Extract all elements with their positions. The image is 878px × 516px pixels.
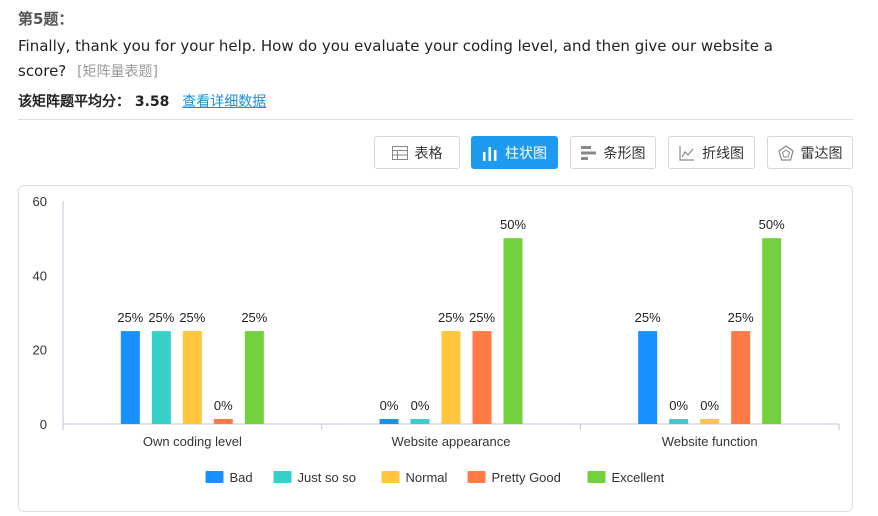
bar-chart-icon <box>482 145 498 161</box>
x-category-label: Website function <box>662 434 758 449</box>
bar-pretty-good <box>472 331 492 424</box>
bar-value-label: 25% <box>179 310 205 325</box>
bar-bad <box>379 419 399 424</box>
bar-bad <box>638 331 658 424</box>
bar-value-label: 50% <box>759 217 785 232</box>
bar-excellent <box>503 238 523 424</box>
horizontal-bar-icon <box>580 145 597 161</box>
bar-value-label: 0% <box>380 398 399 413</box>
bar-value-label: 25% <box>635 310 661 325</box>
bar-just-so-so <box>151 331 171 424</box>
bar-pretty-good <box>731 331 751 424</box>
bar-bad <box>120 331 140 424</box>
legend-label: Bad <box>230 470 253 485</box>
bar-just-so-so <box>410 419 430 424</box>
bar-normal <box>182 331 202 424</box>
y-tick-label: 20 <box>33 343 47 358</box>
average-label: 该矩阵题平均分： <box>18 94 130 110</box>
question-number: 第5题： <box>18 10 74 28</box>
bar-value-label: 0% <box>214 398 233 413</box>
line-chart-view-button[interactable]: 折线图 <box>668 136 755 169</box>
y-tick-label: 40 <box>33 268 47 283</box>
question-type-tag: [矩阵量表题] <box>77 64 158 80</box>
legend-swatch <box>273 471 292 483</box>
bar-value-label: 25% <box>117 310 143 325</box>
divider <box>18 119 853 120</box>
bar-value-label: 25% <box>728 310 754 325</box>
radar-chart-view-label: 雷达图 <box>800 145 843 162</box>
table-icon <box>391 145 408 160</box>
chart-container: 0 20 40 60 Own coding level 25% 25% 25% 0% 25% Web… <box>18 185 853 512</box>
line-chart-view-label: 折线图 <box>702 145 744 162</box>
bar-normal <box>441 331 461 424</box>
bar-value-label: 25% <box>469 310 495 325</box>
horizontal-bar-view-label: 条形图 <box>603 145 646 162</box>
bar-just-so-so <box>669 419 689 424</box>
horizontal-bar-view-button[interactable]: 条形图 <box>570 136 656 169</box>
question-text: Finally, thank you for your help. How do… <box>18 34 778 85</box>
radar-chart-view-button[interactable]: 雷达图 <box>767 136 853 169</box>
legend-label: Pretty Good <box>492 470 561 485</box>
legend-label: Just so so <box>298 470 357 485</box>
legend-label: Normal <box>406 470 448 485</box>
bar-value-label: 25% <box>241 310 267 325</box>
bar-excellent <box>244 331 264 424</box>
y-tick-label: 0 <box>40 417 47 432</box>
bar-chart-view-label: 柱状图 <box>505 145 547 162</box>
average-score-line: 该矩阵题平均分： 3.58 查看详细数据 <box>18 91 266 111</box>
detail-data-link[interactable]: 查看详细数据 <box>182 94 266 110</box>
bar-chart-view-button[interactable]: 柱状图 <box>471 136 558 169</box>
legend-label: Excellent <box>612 470 665 485</box>
table-view-button[interactable]: 表格 <box>374 136 460 169</box>
bar-excellent <box>762 238 782 424</box>
line-chart-icon <box>679 145 695 161</box>
bar-value-label: 0% <box>669 398 688 413</box>
legend-swatch <box>587 471 606 483</box>
bar-normal <box>700 419 720 424</box>
radar-chart-icon <box>777 144 794 161</box>
bar-value-label: 25% <box>148 310 174 325</box>
bar-pretty-good <box>213 419 233 424</box>
legend-swatch <box>467 471 486 483</box>
bar-value-label: 50% <box>500 217 526 232</box>
bar-value-label: 25% <box>438 310 464 325</box>
average-value: 3.58 <box>134 94 170 110</box>
legend-swatch <box>381 471 400 483</box>
y-tick-label: 60 <box>33 194 47 209</box>
bar-value-label: 0% <box>411 398 430 413</box>
x-category-label: Website appearance <box>391 434 510 449</box>
chart-type-toolbar: 表格 柱状图 条形图 折线图 雷达图 <box>0 136 878 170</box>
legend-swatch <box>205 471 224 483</box>
x-category-label: Own coding level <box>143 434 242 449</box>
bar-value-label: 0% <box>700 398 719 413</box>
bar-chart: 0 20 40 60 Own coding level 25% 25% 25% 0% 25% Web… <box>33 194 840 485</box>
table-view-label: 表格 <box>414 145 443 162</box>
